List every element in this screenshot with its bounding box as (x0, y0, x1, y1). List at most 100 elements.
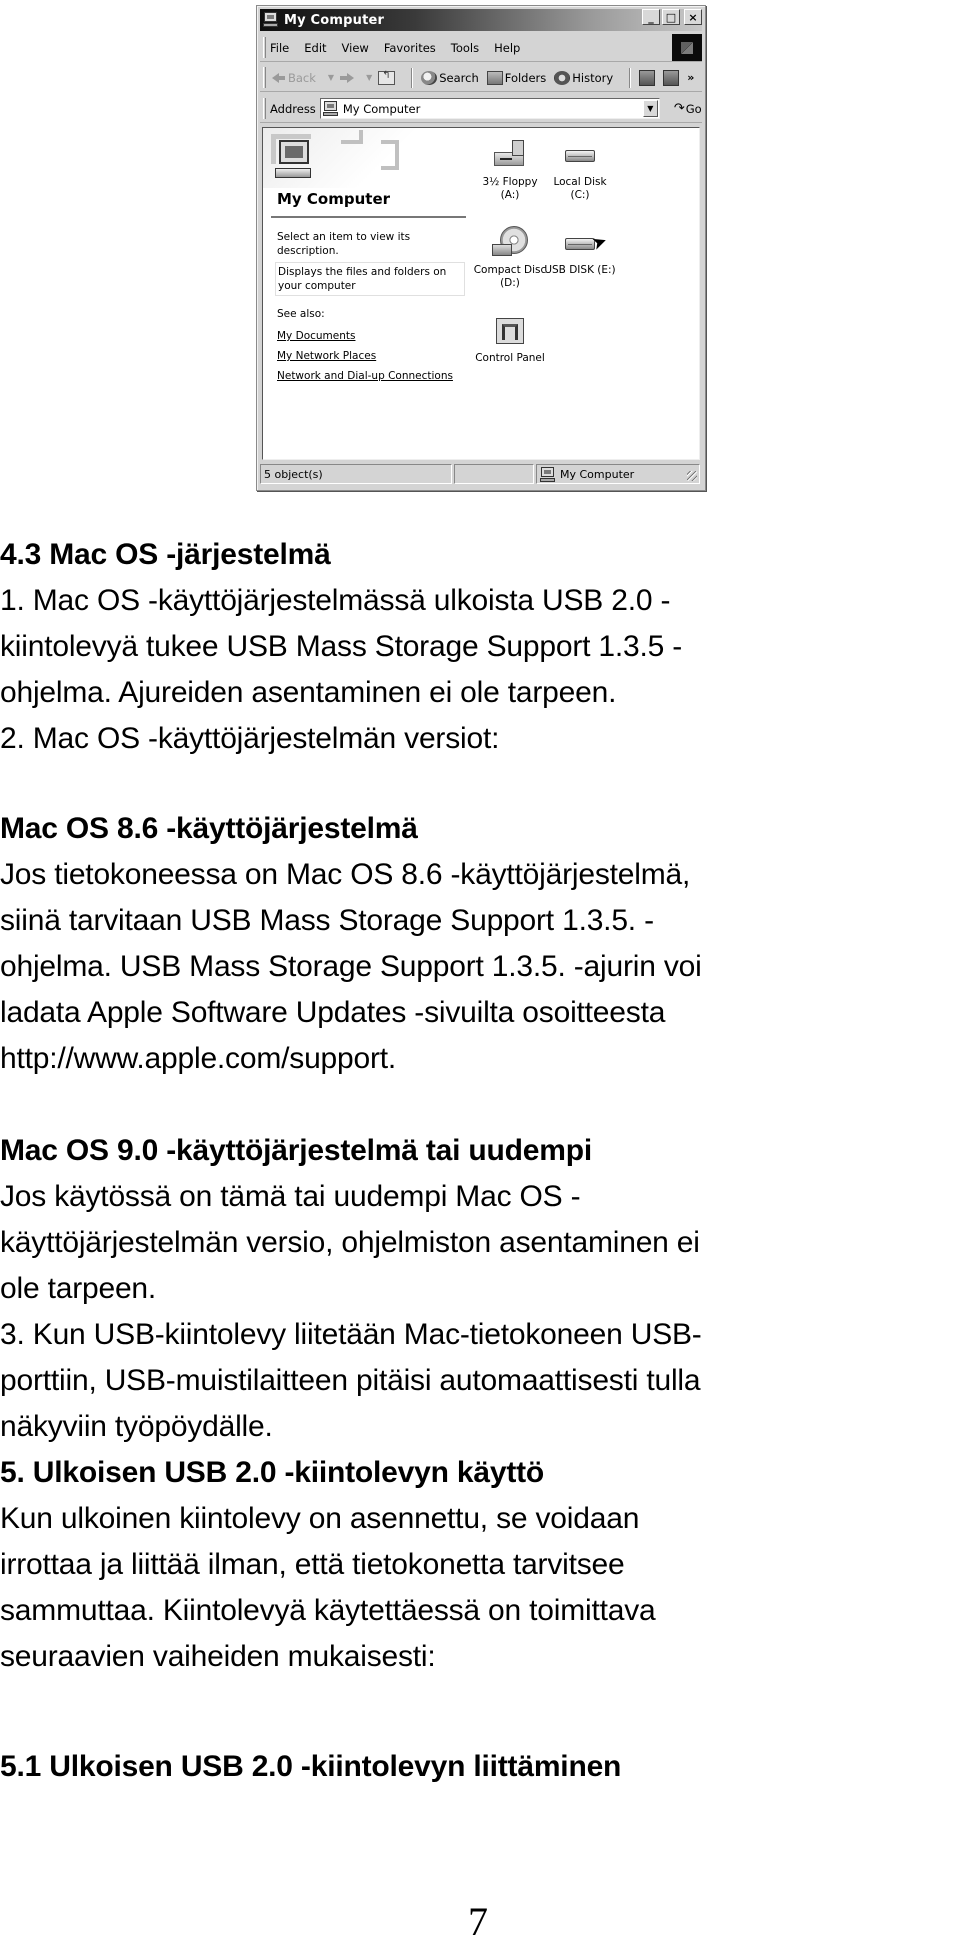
section-heading: 5.1 Ulkoisen USB 2.0 -kiintolevyn liittä… (0, 1750, 622, 1783)
page-number: 7 (468, 1899, 488, 1944)
history-icon (554, 70, 571, 85)
forward-dropdown-icon[interactable]: ▼ (366, 73, 372, 82)
paragraph-line: siinä tarvitaan USB Mass Storage Support… (0, 904, 654, 937)
paragraph-line: 1. Mac OS -käyttöjärjestelmässä ulkoista… (0, 584, 671, 617)
control-panel-icon (492, 314, 528, 348)
pane-title: My Computer (277, 190, 391, 208)
paragraph-line: ladata Apple Software Updates -sivuilta … (0, 996, 666, 1029)
up-folder-icon (378, 70, 396, 85)
minimize-button[interactable]: _ (642, 9, 660, 25)
search-button[interactable]: Search (421, 70, 479, 85)
status-empty-cell (454, 464, 534, 484)
webview-info-pane: My Computer Select an item to view its d… (263, 128, 466, 459)
drive-cd-d[interactable]: Compact Disc (D:) (473, 226, 547, 290)
paragraph-line: ole tarpeen. (0, 1272, 157, 1305)
see-also-label: See also: (277, 308, 325, 320)
resize-grip[interactable] (687, 471, 697, 481)
maximize-button[interactable]: □ (662, 9, 680, 25)
standard-toolbar: Back ▼ ▼ Search Folders History » (260, 64, 702, 92)
history-button[interactable]: History (554, 70, 613, 85)
menu-bar: File Edit View Favorites Tools Help (260, 34, 702, 62)
computer-icon (263, 12, 280, 28)
my-computer-large-icon (275, 140, 315, 184)
address-input[interactable]: My Computer ▼ (319, 98, 660, 119)
menu-help[interactable]: Help (494, 41, 520, 55)
title-bar: My Computer (260, 9, 702, 31)
url-line: http://www.apple.com/support. (0, 1042, 397, 1075)
paragraph-line: porttiin, USB-muistilaitteen pitäisi aut… (0, 1364, 701, 1397)
status-object-count: 5 object(s) (260, 464, 452, 484)
link-my-documents[interactable]: My Documents (277, 326, 453, 346)
pane-hint: Select an item to view its description. (277, 231, 411, 257)
address-grip[interactable] (263, 98, 266, 119)
up-button[interactable] (378, 70, 396, 85)
back-dropdown-icon[interactable]: ▼ (328, 73, 334, 82)
section-heading: 4.3 Mac OS -järjestelmä (0, 538, 331, 571)
cd-drive-icon (492, 226, 528, 260)
address-value: My Computer (342, 101, 421, 116)
folder-view: My Computer Select an item to view its d… (262, 127, 700, 460)
usb-disk-icon: ➤ (562, 226, 610, 260)
menu-favorites[interactable]: Favorites (384, 41, 436, 55)
windows-logo-throbber (672, 34, 702, 61)
see-also-links: My Documents My Network Places Network a… (277, 326, 453, 386)
paragraph-line: ohjelma. USB Mass Storage Support 1.3.5.… (0, 950, 702, 983)
close-button[interactable]: × (684, 9, 702, 25)
move-to-icon[interactable] (639, 69, 656, 86)
toolbar-separator (629, 67, 632, 88)
drive-icons-area: 3½ Floppy (A:) Local Disk (C:) Compact D… (463, 128, 699, 459)
go-arrow-icon: ↷ (673, 101, 685, 116)
folders-button[interactable]: Folders (486, 70, 546, 85)
copy-to-icon[interactable] (663, 69, 680, 86)
subsection-heading: Mac OS 8.6 -käyttöjärjestelmä (0, 812, 418, 845)
windows-flag-icon (681, 41, 693, 54)
toolbar-separator (411, 67, 414, 88)
paragraph-line: irrottaa ja liittää ilman, että tietokon… (0, 1548, 625, 1581)
address-bar: Address My Computer ▼ ↷ Go (260, 95, 702, 123)
floppy-drive-icon (492, 138, 528, 172)
menu-edit[interactable]: Edit (304, 41, 326, 55)
drive-local-c[interactable]: Local Disk (C:) (543, 138, 617, 202)
paragraph-line: sammuttaa. Kiintolevyä käytettäessä on t… (0, 1594, 656, 1627)
section-heading: 5. Ulkoisen USB 2.0 -kiintolevyn käyttö (0, 1456, 545, 1489)
go-button[interactable]: ↷ Go (674, 101, 702, 116)
status-bar: 5 object(s) My Computer (260, 464, 702, 486)
drive-floppy-a[interactable]: 3½ Floppy (A:) (473, 138, 547, 202)
paragraph-line: 2. Mac OS -käyttöjärjestelmän versiot: (0, 722, 500, 755)
hard-disk-icon (562, 138, 598, 172)
pane-banner (263, 128, 463, 188)
link-my-network-places[interactable]: My Network Places (277, 346, 453, 366)
forward-button[interactable] (340, 72, 355, 83)
pane-divider (271, 216, 466, 218)
pane-description: Displays the files and folders on your c… (275, 262, 465, 296)
forward-arrow-icon (340, 75, 348, 80)
paragraph-line: Jos tietokoneessa on Mac OS 8.6 -käyttöj… (0, 858, 691, 891)
link-network-dialup[interactable]: Network and Dial-up Connections (277, 366, 453, 386)
subsection-heading: Mac OS 9.0 -käyttöjärjestelmä tai uudemp… (0, 1134, 593, 1167)
paragraph-line: Jos käytössä on tämä tai uudempi Mac OS … (0, 1180, 581, 1213)
toolbar-overflow-chevron[interactable]: » (687, 71, 694, 84)
paragraph-line: näkyviin työpöydälle. (0, 1410, 273, 1443)
window-controls: _ □ × (642, 9, 702, 25)
drive-usb-e[interactable]: ➤ USB DISK (E:) (543, 226, 617, 277)
paragraph-line: käyttöjärjestelmän versio, ohjelmiston a… (0, 1226, 700, 1259)
control-panel[interactable]: Control Panel (473, 314, 547, 365)
menu-grip[interactable] (263, 37, 266, 58)
toolbar-grip[interactable] (263, 67, 266, 88)
back-button[interactable]: Back (272, 71, 316, 85)
paragraph-line: ohjelma. Ajureiden asentaminen ei ole ta… (0, 676, 617, 709)
mouse-cursor-icon: ➤ (588, 230, 611, 255)
paragraph-line: kiintolevyä tukee USB Mass Storage Suppo… (0, 630, 683, 663)
window-title: My Computer (284, 12, 385, 28)
paragraph-line: 3. Kun USB-kiintolevy liitetään Mac-tiet… (0, 1318, 702, 1351)
menu-view[interactable]: View (342, 41, 369, 55)
my-computer-window-screenshot: My Computer _ □ × File Edit View Favorit… (256, 5, 706, 491)
menu-tools[interactable]: Tools (451, 41, 479, 55)
computer-icon (540, 466, 556, 482)
address-dropdown-icon[interactable]: ▼ (642, 100, 658, 117)
computer-icon (322, 101, 339, 116)
menu-file[interactable]: File (270, 41, 289, 55)
address-label: Address (270, 101, 316, 116)
folders-icon (486, 70, 503, 85)
paragraph-line: seuraavien vaiheiden mukaisesti: (0, 1640, 436, 1673)
